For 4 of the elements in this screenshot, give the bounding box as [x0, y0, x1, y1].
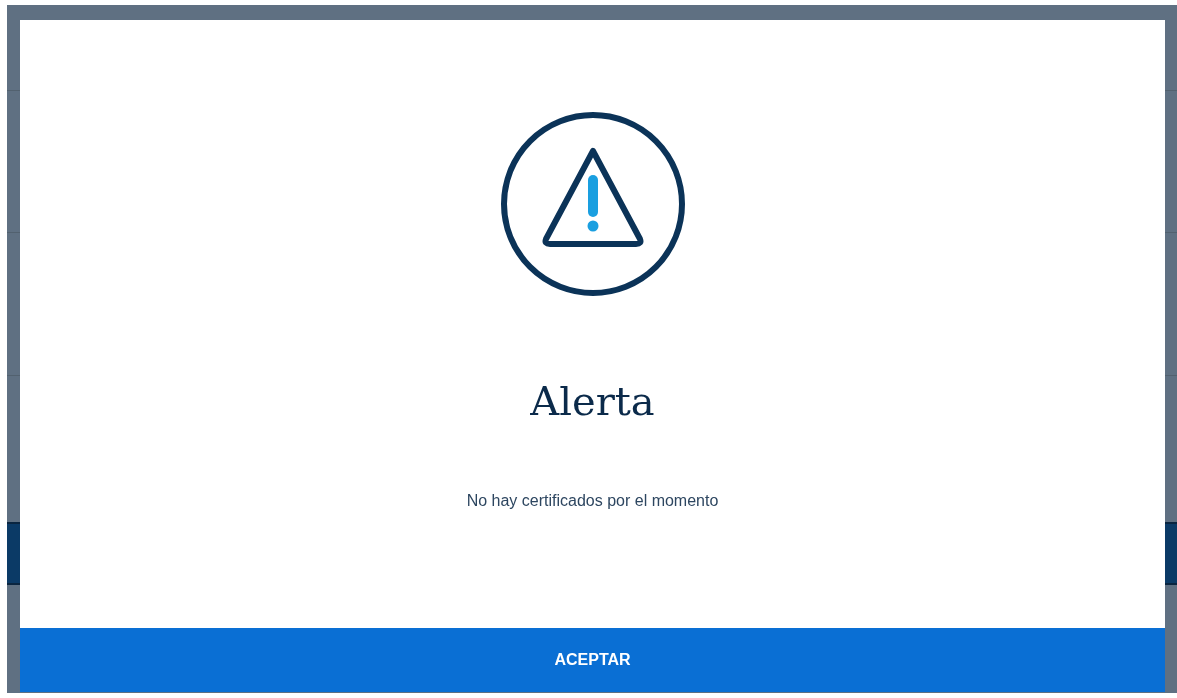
dialog-message: No hay certificados por el momento [466, 491, 719, 511]
dialog-title: Alerta [530, 377, 655, 425]
warning-icon [499, 111, 686, 297]
accept-button[interactable]: ACEPTAR [20, 628, 1165, 692]
